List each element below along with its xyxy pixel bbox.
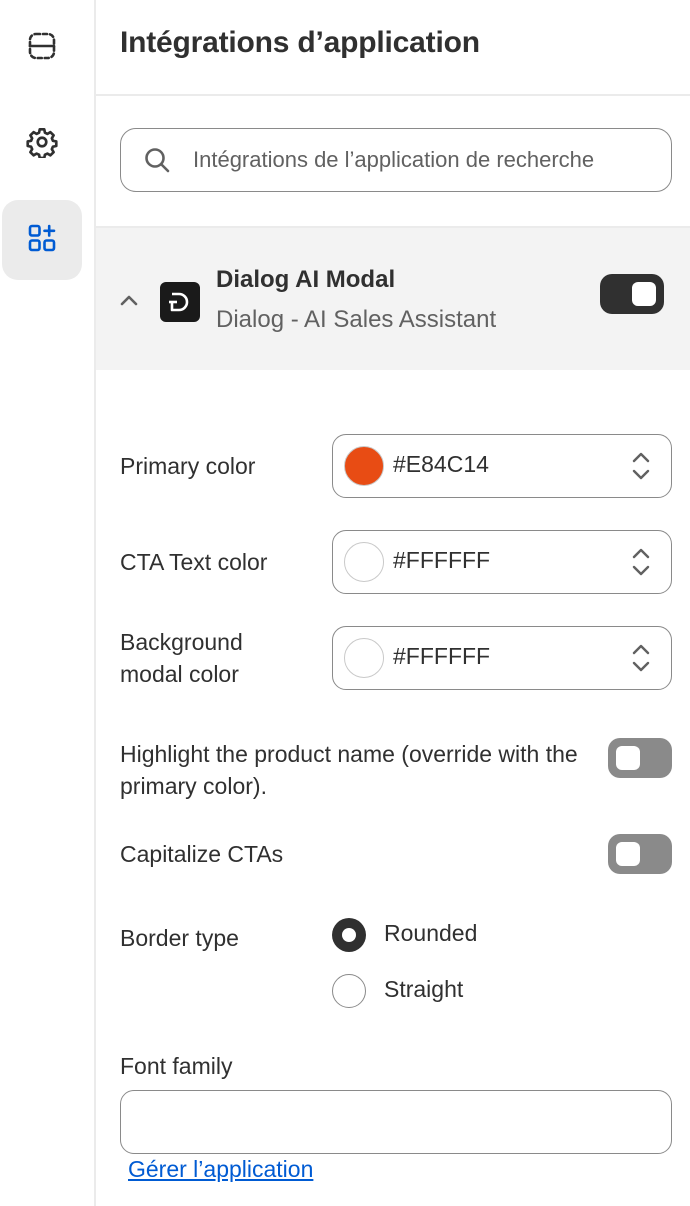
- sidebar-rail: [0, 0, 96, 1206]
- primary-color-swatch[interactable]: [344, 446, 384, 486]
- app-logo: [160, 282, 200, 322]
- search-icon: [121, 146, 193, 174]
- page-title: Intégrations d’application: [120, 26, 480, 59]
- select-stepper-icon: [631, 643, 651, 678]
- toggle-knob: [616, 842, 640, 866]
- cta-text-color-field[interactable]: #FFFFFF: [332, 530, 672, 594]
- font-family-input[interactable]: [120, 1090, 672, 1154]
- sidebar-item-settings[interactable]: [2, 104, 82, 184]
- app-subtitle: Dialog - AI Sales Assistant: [216, 306, 497, 333]
- highlight-product-name-label: Highlight the product name (override wit…: [120, 741, 578, 799]
- chevron-up-icon[interactable]: [118, 290, 140, 317]
- border-type-label: Border type: [120, 925, 239, 951]
- primary-color-label: Primary color: [120, 453, 256, 479]
- cta-text-color-value: #FFFFFF: [393, 547, 491, 573]
- cta-text-color-swatch[interactable]: [344, 542, 384, 582]
- background-modal-color-label: Background modal color: [120, 629, 243, 687]
- toggle-knob: [616, 746, 640, 770]
- background-modal-color-swatch[interactable]: [344, 638, 384, 678]
- manage-app-link[interactable]: Gérer l’application: [128, 1156, 313, 1183]
- border-type-straight-radio[interactable]: [332, 974, 366, 1008]
- primary-color-value: #E84C14: [393, 451, 489, 477]
- toggle-knob: [632, 282, 656, 306]
- apps-add-icon: [27, 223, 57, 258]
- sidebar-item-app-integrations[interactable]: [2, 200, 82, 280]
- border-type-straight-label[interactable]: Straight: [384, 976, 463, 1003]
- capitalize-ctas-toggle[interactable]: [608, 834, 672, 874]
- primary-color-field[interactable]: #E84C14: [332, 434, 672, 498]
- search-box[interactable]: [120, 128, 672, 192]
- app-header[interactable]: Dialog AI Modal Dialog - AI Sales Assist…: [96, 226, 690, 370]
- font-family-label: Font family: [120, 1053, 233, 1079]
- divider: [96, 94, 690, 96]
- select-stepper-icon: [631, 451, 651, 486]
- sidebar-item-layout[interactable]: [2, 8, 82, 88]
- app-enabled-toggle[interactable]: [600, 274, 664, 314]
- background-modal-color-field[interactable]: #FFFFFF: [332, 626, 672, 690]
- gear-icon: [26, 126, 58, 163]
- border-type-rounded-radio[interactable]: [332, 918, 366, 952]
- capitalize-ctas-label: Capitalize CTAs: [120, 841, 284, 867]
- app-name: Dialog AI Modal: [216, 266, 396, 293]
- main-panel: Intégrations d’application Dialog AI Mod…: [96, 0, 690, 1206]
- radio-dot: [342, 928, 356, 942]
- app-layout-icon: [27, 31, 57, 66]
- highlight-product-name-toggle[interactable]: [608, 738, 672, 778]
- border-type-rounded-label[interactable]: Rounded: [384, 920, 477, 947]
- select-stepper-icon: [631, 547, 651, 582]
- background-modal-color-value: #FFFFFF: [393, 643, 491, 669]
- search-input[interactable]: [193, 147, 671, 173]
- cta-text-color-label: CTA Text color: [120, 549, 268, 575]
